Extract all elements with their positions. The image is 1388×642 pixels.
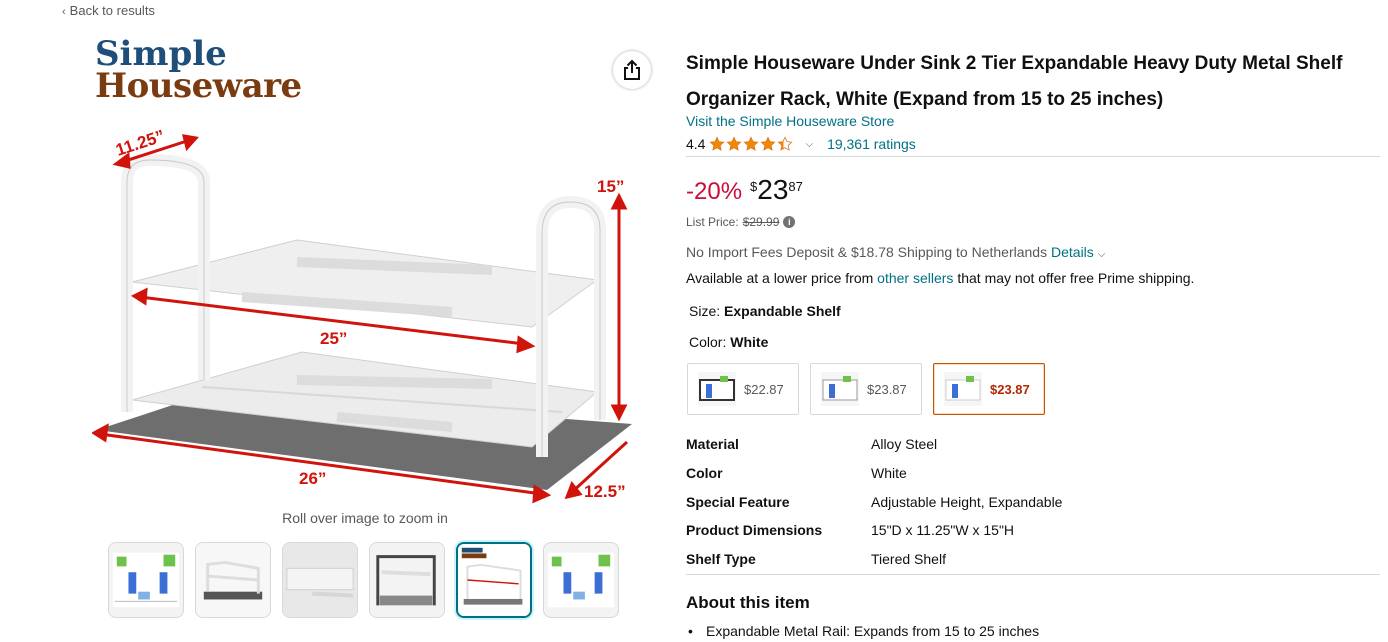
chevron-down-icon[interactable]: ⌵ <box>1098 249 1106 260</box>
color-value: White <box>730 334 769 350</box>
shipping-text: No Import Fees Deposit & $18.78 Shipping… <box>686 244 1048 260</box>
star-icon <box>777 136 794 151</box>
rating-row: 4.4 ⌵ 19,361 ratings <box>686 134 916 154</box>
divider <box>686 574 1380 575</box>
star-rating[interactable] <box>709 136 794 152</box>
spec-row: Material Alloy Steel <box>686 430 1186 459</box>
visit-store-link[interactable]: Visit the Simple Houseware Store <box>686 113 894 129</box>
about-bullet: Expandable Metal Rail: Expands from 15 t… <box>688 623 1039 639</box>
price-fraction: 87 <box>788 179 803 194</box>
thumbnail-1[interactable] <box>108 542 184 618</box>
spec-key: Shelf Type <box>686 551 756 568</box>
back-to-results-label: Back to results <box>69 3 155 18</box>
ratings-count-link[interactable]: 19,361 ratings <box>827 136 916 152</box>
back-to-results-link[interactable]: ‹ Back to results <box>62 3 155 18</box>
product-title: Simple Houseware Under Sink 2 Tier Expan… <box>686 53 1343 110</box>
brand-logo-line2: Houseware <box>95 66 302 106</box>
spec-value: Adjustable Height, Expandable <box>871 493 1063 510</box>
price-currency: $ <box>750 179 758 194</box>
color-swatch-1[interactable]: $22.87 <box>687 363 799 415</box>
spec-key: Material <box>686 436 739 453</box>
share-icon <box>624 59 640 80</box>
divider <box>686 156 1380 157</box>
chevron-left-icon: ‹ <box>62 6 66 18</box>
about-this-item-heading: About this item <box>686 593 810 612</box>
swatch-price: $23.87 <box>990 381 1030 397</box>
zoom-hint: Roll over image to zoom in <box>282 510 448 526</box>
price-whole: 23 <box>757 174 789 205</box>
dim-height-label: 15” <box>597 177 624 196</box>
spec-value: White <box>871 465 907 482</box>
color-swatch-2[interactable]: $23.87 <box>810 363 922 415</box>
dim-outer-width-label: 26” <box>299 469 326 488</box>
shipping-details-link[interactable]: Details <box>1051 244 1094 260</box>
info-icon[interactable]: i <box>783 216 796 228</box>
share-button[interactable] <box>613 51 651 89</box>
shelf-illustration: 11.25” 15” 25” 26” 12.5” <box>91 126 632 504</box>
spec-row: Shelf Type Tiered Shelf <box>686 545 1186 574</box>
swatch-thumbnail <box>944 372 982 406</box>
discount-percent: -20% <box>686 178 743 205</box>
swatch-price: $23.87 <box>867 381 907 397</box>
rating-value: 4.4 <box>686 136 706 152</box>
other-sellers-link[interactable]: other sellers <box>877 270 953 286</box>
thumbnail-strip <box>108 542 619 618</box>
thumbnail-6[interactable] <box>543 542 619 618</box>
color-swatches: $22.87 $23.87 $23.87 <box>687 363 1045 415</box>
star-icon <box>743 136 760 151</box>
thumbnail-5[interactable] <box>456 542 532 618</box>
spec-value: Tiered Shelf <box>871 551 946 568</box>
spec-key: Product Dimensions <box>686 522 823 539</box>
swatch-thumbnail <box>821 372 859 406</box>
star-icon <box>709 136 726 151</box>
color-swatch-3[interactable]: $23.87 <box>933 363 1045 415</box>
main-product-image[interactable]: 11.25” 15” 25” 26” 12.5” <box>91 112 637 504</box>
spec-value: Alloy Steel <box>871 436 938 453</box>
dim-inner-width-label: 25” <box>320 329 347 348</box>
list-price-label: List Price: <box>686 215 739 229</box>
product-specs-table: Material Alloy Steel Color White Special F… <box>686 430 1186 573</box>
price-block: -20% $ 23 87 <box>686 172 803 208</box>
size-value: Expandable Shelf <box>724 303 841 319</box>
thumbnail-4[interactable] <box>369 542 445 618</box>
spec-value: 15"D x 11.25"W x 15"H <box>871 522 1015 539</box>
spec-row: Color White <box>686 459 1186 488</box>
color-selection: Color: White <box>689 334 768 350</box>
swatch-thumbnail <box>698 372 736 406</box>
size-selection: Size: Expandable Shelf <box>689 303 841 319</box>
star-icon <box>760 136 777 151</box>
lower-price-prefix: Available at a lower price from <box>686 270 874 286</box>
dim-mat-depth-label: 12.5” <box>584 482 626 501</box>
thumbnail-3[interactable] <box>282 542 358 618</box>
star-icon <box>726 136 743 151</box>
list-price: List Price: $29.99 i <box>686 215 796 229</box>
spec-row: Product Dimensions 15"D x 11.25"W x 15"H <box>686 516 1186 545</box>
chevron-down-icon[interactable]: ⌵ <box>805 139 813 150</box>
swatch-price: $22.87 <box>744 381 784 397</box>
color-label: Color: <box>689 334 727 350</box>
brand-logo: Simple Houseware <box>95 37 340 106</box>
spec-row: Special Feature Adjustable Height, Expand… <box>686 487 1186 516</box>
list-price-value: $29.99 <box>742 215 780 229</box>
about-bullets: Expandable Metal Rail: Expands from 15 t… <box>688 623 1039 639</box>
spec-key: Special Feature <box>686 493 790 510</box>
shipping-info: No Import Fees Deposit & $18.78 Shipping… <box>686 244 1105 260</box>
lower-price-suffix: that may not offer free Prime shipping. <box>957 270 1195 286</box>
spec-key: Color <box>686 465 723 482</box>
size-label: Size: <box>689 303 721 319</box>
thumbnail-2[interactable] <box>195 542 271 618</box>
lower-price-notice: Available at a lower price from other se… <box>686 270 1194 286</box>
